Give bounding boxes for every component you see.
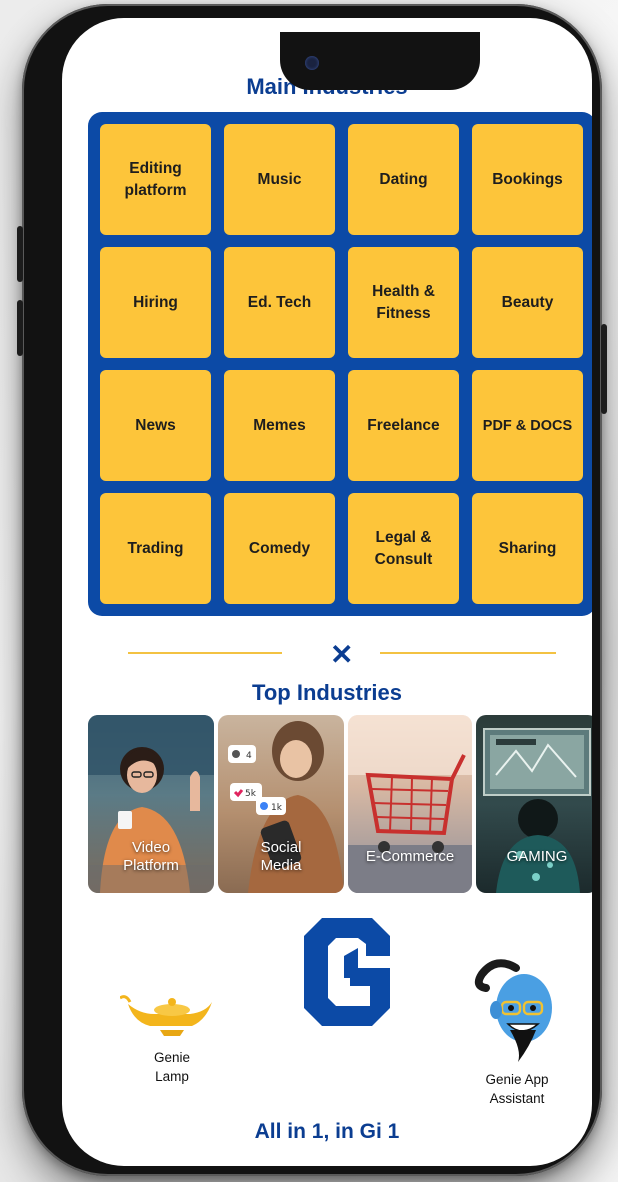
industry-tile-trading[interactable]: Trading xyxy=(100,493,211,604)
industry-tile-label: Music xyxy=(257,170,302,188)
industry-tile-label: Memes xyxy=(253,416,306,434)
main-industries-grid: Editing platform Music Dating Bookings H… xyxy=(88,112,592,616)
industry-tile-label: Editing platform xyxy=(124,159,187,199)
industry-tile-pdf-docs[interactable]: PDF & DOCS xyxy=(472,370,583,481)
top-industry-social-media[interactable]: 4 5k 1k Social Media xyxy=(218,715,344,893)
industry-tile-label: Legal & Consult xyxy=(374,528,433,568)
industry-tile-label: Health & Fitness xyxy=(372,282,435,322)
top-industry-gaming[interactable]: GAMING xyxy=(476,715,592,893)
divider-left-line xyxy=(128,652,282,654)
industry-tile-editing-platform[interactable]: Editing platform xyxy=(100,124,211,235)
industry-tile-beauty[interactable]: Beauty xyxy=(472,247,583,358)
tagline: All in 1, in Gi 1 xyxy=(254,1120,400,1143)
top-industry-e-commerce[interactable]: E-Commerce xyxy=(348,715,472,893)
industry-tile-label: Freelance xyxy=(367,416,440,434)
industry-tile-label: Hiring xyxy=(133,293,178,311)
industry-tile-label: Bookings xyxy=(492,170,563,188)
industry-tile-label: PDF & DOCS xyxy=(482,417,573,434)
industry-tile-label: Ed. Tech xyxy=(247,293,312,311)
phone-frame: Main Industries Editing platform Music D… xyxy=(17,4,607,1176)
industry-tile-label: Trading xyxy=(127,539,184,557)
top-industries-title: Top Industries xyxy=(252,680,402,705)
industry-tile-sharing[interactable]: Sharing xyxy=(472,493,583,604)
genie-assistant-icon xyxy=(474,959,552,1062)
industry-tile-memes[interactable]: Memes xyxy=(224,370,335,481)
like-count-badge: 4 xyxy=(246,751,252,761)
front-camera-icon xyxy=(305,56,319,70)
industry-tile-ed-tech[interactable]: Ed. Tech xyxy=(224,247,335,358)
industry-tile-label: News xyxy=(135,416,176,434)
genie-lamp-label-line1: Genie xyxy=(153,1050,191,1065)
comment-count-badge: 5k xyxy=(245,789,257,799)
industry-tile-legal-consult[interactable]: Legal & Consult xyxy=(348,493,459,604)
volume-down-button xyxy=(17,300,23,356)
tile-label-line1: GAMING xyxy=(506,848,568,865)
phone-screen: Main Industries Editing platform Music D… xyxy=(62,18,592,1166)
power-button xyxy=(601,324,607,414)
genie-lamp-icon xyxy=(120,995,212,1036)
tile-label-line1: Video xyxy=(131,839,171,856)
industry-tile-label: Beauty xyxy=(501,293,554,311)
volume-up-button xyxy=(17,226,23,282)
industry-tile-health-fitness[interactable]: Health & Fitness xyxy=(348,247,459,358)
divider-right-line xyxy=(380,652,556,654)
shopping-cart-photo-icon xyxy=(348,715,472,893)
industry-tile-music[interactable]: Music xyxy=(224,124,335,235)
tile-label-line1: E-Commerce xyxy=(365,848,455,865)
industry-tile-bookings[interactable]: Bookings xyxy=(472,124,583,235)
genie-assistant-label-line2: Assistant xyxy=(489,1091,545,1106)
industry-tile-hiring[interactable]: Hiring xyxy=(100,247,211,358)
gi1-logo-icon xyxy=(304,918,390,1026)
gaming-photo-icon xyxy=(483,728,591,893)
genie-assistant-label-line1: Genie App xyxy=(485,1072,549,1087)
industry-tile-comedy[interactable]: Comedy xyxy=(224,493,335,604)
x-icon: ✕ xyxy=(330,639,354,670)
tile-label-line2: Platform xyxy=(123,857,179,874)
share-count-badge: 1k xyxy=(271,803,283,813)
industry-tile-news[interactable]: News xyxy=(100,370,211,481)
industry-tile-label: Sharing xyxy=(498,539,557,557)
industry-tile-freelance[interactable]: Freelance xyxy=(348,370,459,481)
tile-label-line1: Social xyxy=(260,839,302,856)
tile-label-line2: Media xyxy=(260,857,302,874)
industry-tile-dating[interactable]: Dating xyxy=(348,124,459,235)
top-industry-video-platform[interactable]: Video Platform xyxy=(88,715,214,893)
genie-lamp-label-line2: Lamp xyxy=(155,1069,189,1084)
industry-tile-label: Dating xyxy=(379,170,428,188)
industry-tile-label: Comedy xyxy=(248,539,311,557)
